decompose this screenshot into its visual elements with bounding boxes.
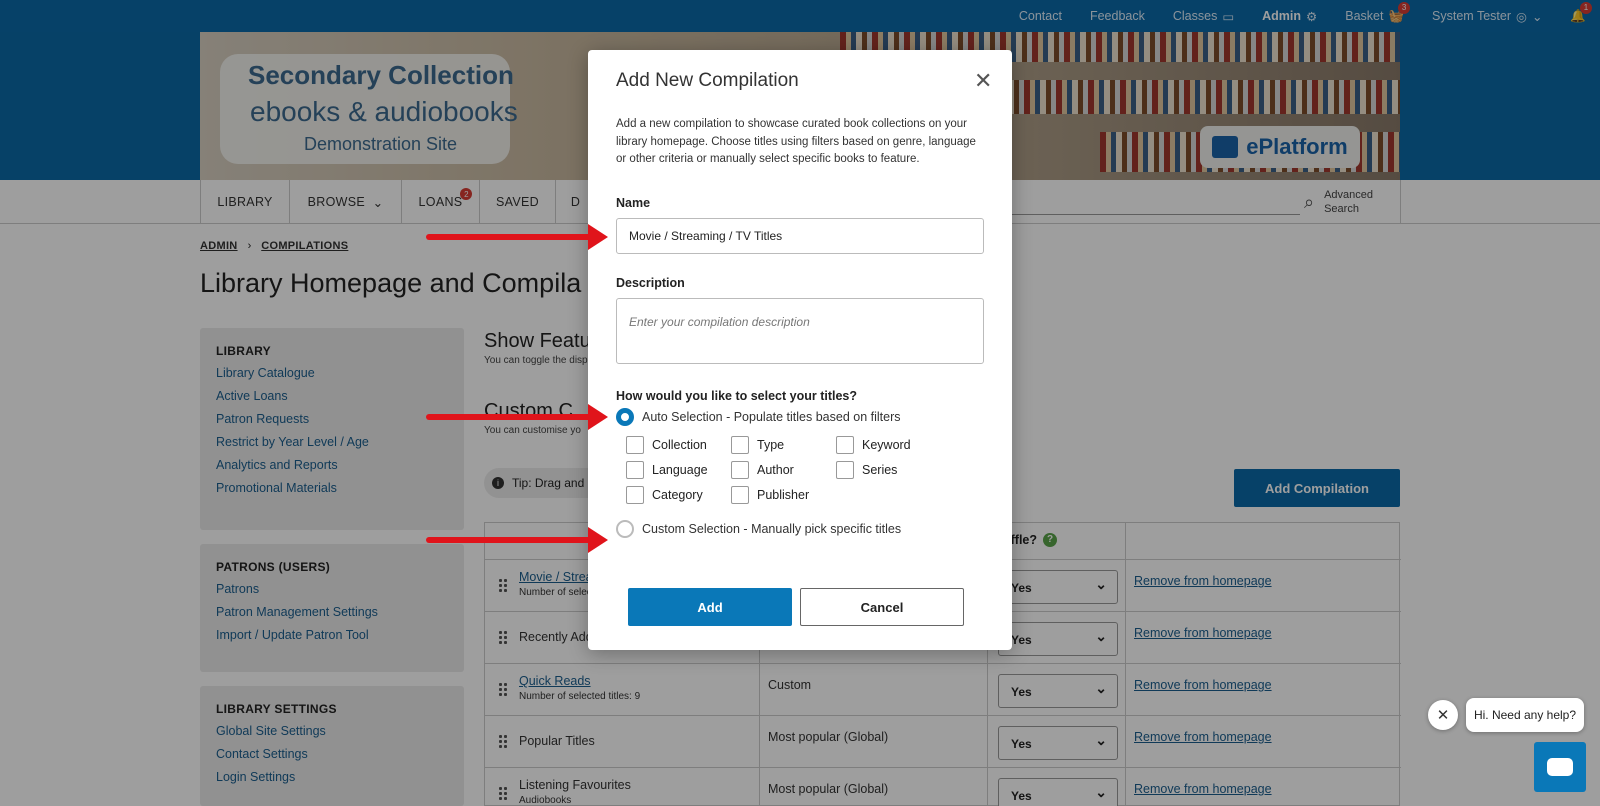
- close-icon[interactable]: ✕: [974, 68, 992, 94]
- description-label: Description: [616, 276, 685, 290]
- annotation-arrow: [426, 224, 608, 250]
- filter-collection[interactable]: Collection: [626, 436, 707, 454]
- chat-close-icon[interactable]: ✕: [1428, 700, 1458, 730]
- filter-label: Keyword: [862, 438, 911, 452]
- chat-icon: [1547, 758, 1573, 776]
- filter-label: Category: [652, 488, 703, 502]
- filter-label: Series: [862, 463, 898, 477]
- checkbox: [731, 461, 749, 479]
- filter-label: Author: [757, 463, 794, 477]
- filter-label: Type: [757, 438, 785, 452]
- annotation-arrow: [426, 404, 608, 430]
- filter-label: Publisher: [757, 488, 810, 502]
- checkbox: [626, 461, 644, 479]
- checkbox: [836, 461, 854, 479]
- select-question: How would you like to select your titles…: [616, 389, 858, 403]
- checkbox: [626, 486, 644, 504]
- filter-keyword[interactable]: Keyword: [836, 436, 911, 454]
- filter-author[interactable]: Author: [731, 461, 794, 479]
- filter-label: Collection: [652, 438, 707, 452]
- filter-type[interactable]: Type: [731, 436, 784, 454]
- chat-launcher[interactable]: [1534, 742, 1586, 792]
- filter-language[interactable]: Language: [626, 461, 708, 479]
- cancel-button[interactable]: Cancel: [800, 588, 964, 626]
- annotation-arrow: [426, 527, 608, 553]
- checkbox: [731, 436, 749, 454]
- add-compilation-modal: Add New Compilation ✕ Add a new compilat…: [588, 50, 1012, 650]
- auto-selection-radio[interactable]: Auto Selection - Populate titles based o…: [616, 408, 900, 426]
- custom-selection-label: Custom Selection - Manually pick specifi…: [642, 522, 902, 536]
- checkbox: [731, 486, 749, 504]
- custom-selection-radio[interactable]: Custom Selection - Manually pick specifi…: [616, 520, 901, 538]
- modal-intro: Add a new compilation to showcase curate…: [616, 118, 976, 165]
- name-field[interactable]: Movie / Streaming / TV Titles: [616, 218, 984, 254]
- checkbox: [626, 436, 644, 454]
- description-placeholder: Enter your compilation description: [629, 315, 810, 329]
- radio-unselected: [616, 520, 634, 538]
- filter-publisher[interactable]: Publisher: [731, 486, 809, 504]
- radio-selected: [616, 408, 634, 426]
- name-label: Name: [616, 196, 651, 210]
- checkbox: [836, 436, 854, 454]
- filter-category[interactable]: Category: [626, 486, 703, 504]
- add-button[interactable]: Add: [628, 588, 792, 626]
- modal-title: Add New Compilation: [616, 70, 799, 91]
- auto-selection-label: Auto Selection - Populate titles based o…: [642, 410, 901, 424]
- filter-label: Language: [652, 463, 708, 477]
- chat-bubble[interactable]: Hi. Need any help?: [1466, 698, 1584, 732]
- filter-series[interactable]: Series: [836, 461, 897, 479]
- description-field[interactable]: Enter your compilation description: [616, 298, 984, 364]
